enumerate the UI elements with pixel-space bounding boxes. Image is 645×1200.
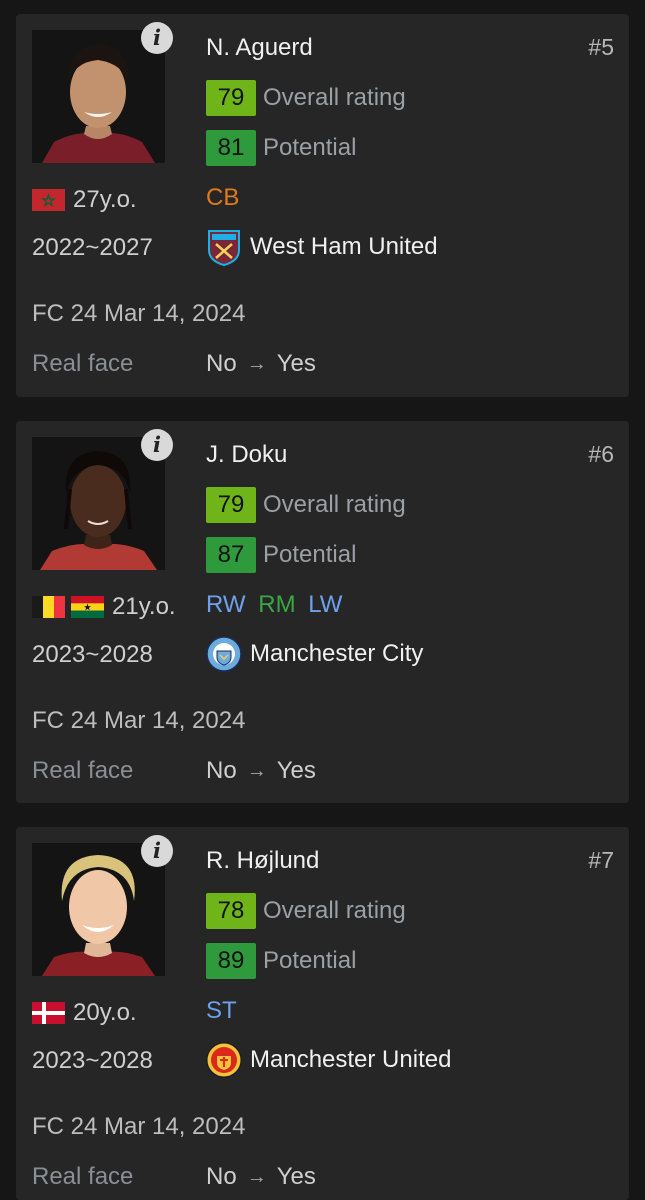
- nationality: 20y.o.: [32, 999, 137, 1027]
- club-link[interactable]: Manchester United: [206, 1041, 451, 1079]
- game-version: FC 24 Mar 14, 2024: [32, 1113, 246, 1140]
- west-ham-crest-icon: [206, 228, 242, 267]
- real-face-from: No: [206, 350, 237, 377]
- positions: CB: [206, 184, 245, 212]
- player-photo[interactable]: [32, 30, 165, 163]
- overall-rating-row: 79 Overall rating: [206, 487, 406, 523]
- nationality: 21y.o.: [32, 593, 176, 621]
- potential-badge: 89: [206, 943, 256, 979]
- game-version: FC 24 Mar 14, 2024: [32, 707, 246, 734]
- denmark-flag: [32, 1002, 65, 1024]
- info-icon[interactable]: i: [141, 22, 173, 54]
- overall-rating-badge: 79: [206, 80, 256, 116]
- contract-years: 2023~2028: [32, 1047, 153, 1074]
- position-tag[interactable]: RW: [206, 591, 246, 618]
- real-face-to: Yes: [276, 757, 316, 784]
- player-photo[interactable]: [32, 843, 165, 976]
- potential-label: Potential: [263, 947, 357, 974]
- morocco-flag: [32, 189, 65, 211]
- info-icon[interactable]: i: [141, 429, 173, 461]
- manchester-united-crest-icon: [206, 1041, 242, 1079]
- contract-years: 2023~2028: [32, 641, 153, 668]
- manchester-city-crest-icon: [206, 635, 242, 673]
- real-face-to: Yes: [276, 1163, 316, 1190]
- overall-rating-label: Overall rating: [263, 491, 406, 518]
- nationality: 27y.o.: [32, 186, 137, 214]
- player-card[interactable]: i J. Doku #6 79 Overall rating 87 Potent…: [16, 421, 629, 803]
- position-tag[interactable]: RM: [258, 591, 295, 618]
- real-face-label: Real face: [32, 757, 134, 784]
- overall-rating-label: Overall rating: [263, 897, 406, 924]
- player-age: 27y.o.: [73, 186, 137, 213]
- real-face-to: Yes: [276, 350, 316, 377]
- real-face-label: Real face: [32, 1163, 134, 1190]
- positions: RW RM LW: [206, 591, 348, 619]
- ghana-flag: [71, 596, 104, 618]
- club-name[interactable]: Manchester City: [250, 640, 423, 668]
- belgium-flag: [32, 596, 65, 618]
- player-photo[interactable]: [32, 437, 165, 570]
- player-card[interactable]: i R. Højlund #7 78 Overall rating 89 Pot…: [16, 827, 629, 1200]
- real-face-from: No: [206, 757, 237, 784]
- real-face-from: No: [206, 1163, 237, 1190]
- club-link[interactable]: West Ham United: [206, 228, 438, 267]
- player-name[interactable]: J. Doku: [206, 441, 287, 469]
- game-version: FC 24 Mar 14, 2024: [32, 300, 246, 327]
- position-tag[interactable]: LW: [308, 591, 342, 618]
- real-face-change: No → Yes: [206, 350, 316, 378]
- info-icon[interactable]: i: [141, 835, 173, 867]
- overall-rating-row: 78 Overall rating: [206, 893, 406, 929]
- position-tag[interactable]: CB: [206, 184, 239, 211]
- player-rank: #5: [588, 34, 614, 60]
- positions: ST: [206, 997, 243, 1025]
- potential-badge: 87: [206, 537, 256, 573]
- arrow-right-icon: →: [246, 759, 267, 782]
- position-tag[interactable]: ST: [206, 997, 237, 1024]
- player-rank: #6: [588, 441, 614, 467]
- player-name[interactable]: N. Aguerd: [206, 34, 313, 62]
- player-rank: #7: [588, 847, 614, 873]
- overall-rating-badge: 78: [206, 893, 256, 929]
- player-card[interactable]: i N. Aguerd #5 79 Overall rating 81 Pote…: [16, 14, 629, 397]
- overall-rating-badge: 79: [206, 487, 256, 523]
- potential-row: 81 Potential: [206, 130, 356, 166]
- club-link[interactable]: Manchester City: [206, 635, 423, 673]
- potential-label: Potential: [263, 134, 357, 161]
- potential-badge: 81: [206, 130, 256, 166]
- arrow-right-icon: →: [246, 1165, 267, 1188]
- real-face-change: No → Yes: [206, 757, 316, 785]
- player-age: 20y.o.: [73, 999, 137, 1026]
- player-age: 21y.o.: [112, 593, 176, 620]
- real-face-change: No → Yes: [206, 1163, 316, 1191]
- potential-label: Potential: [263, 541, 357, 568]
- potential-row: 89 Potential: [206, 943, 356, 979]
- overall-rating-label: Overall rating: [263, 84, 406, 111]
- potential-row: 87 Potential: [206, 537, 356, 573]
- player-name[interactable]: R. Højlund: [206, 847, 319, 875]
- contract-years: 2022~2027: [32, 234, 153, 261]
- club-name[interactable]: West Ham United: [250, 233, 438, 261]
- overall-rating-row: 79 Overall rating: [206, 80, 406, 116]
- arrow-right-icon: →: [246, 352, 267, 375]
- club-name[interactable]: Manchester United: [250, 1046, 451, 1074]
- real-face-label: Real face: [32, 350, 134, 377]
